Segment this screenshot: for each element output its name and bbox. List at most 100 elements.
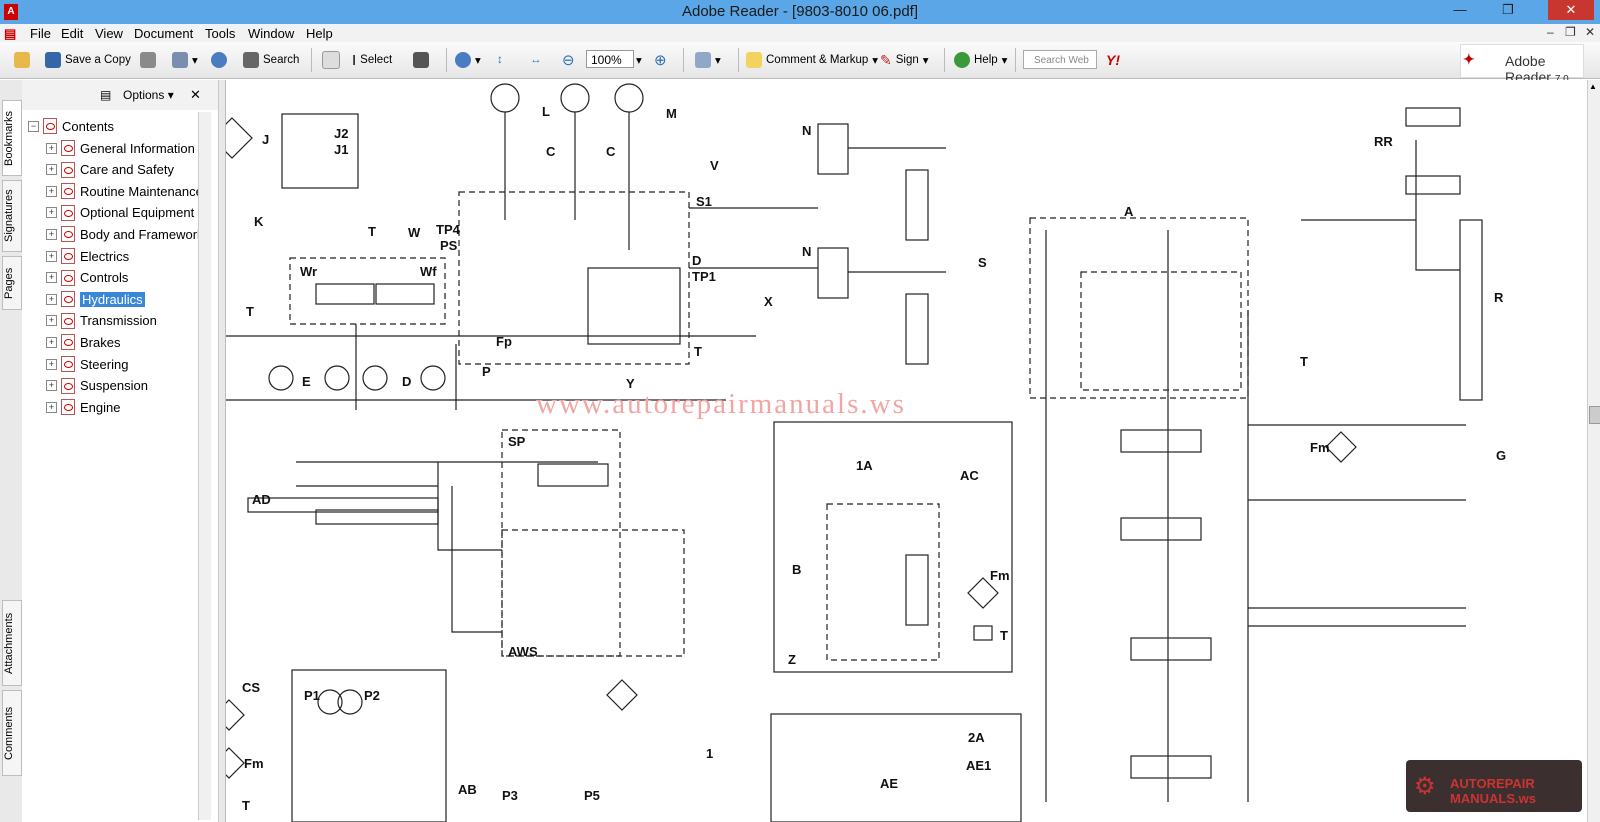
chevron-down-icon: ▾ [475, 55, 481, 67]
tab-signatures[interactable]: Signatures [2, 180, 22, 252]
yahoo-button[interactable]: Y! [1106, 51, 1120, 69]
zoom-in-tool-button[interactable]: ▾ [455, 51, 481, 69]
minimize-button[interactable]: — [1444, 0, 1476, 20]
hand-tool-button[interactable] [322, 51, 340, 69]
pdf-bookmark-icon [61, 334, 75, 351]
panel-scrollbar[interactable] [198, 112, 211, 820]
schematic-label: Fm [1310, 440, 1330, 455]
snapshot-button[interactable] [413, 51, 429, 69]
valve-block-inner [587, 267, 681, 345]
schematic-label: J1 [334, 142, 348, 157]
filters-cs [226, 699, 245, 779]
scroll-up-icon[interactable]: ▲ [1589, 82, 1597, 91]
maximize-button[interactable]: ❐ [1492, 0, 1524, 20]
tab-pages[interactable]: Pages [2, 256, 22, 310]
doc-restore-button[interactable]: ❐ [1565, 25, 1576, 39]
schematic-label: G [1496, 448, 1506, 463]
bookmark-item[interactable]: + Care and Safety [46, 160, 174, 180]
bookmark-label: Transmission [80, 313, 157, 329]
expand-icon[interactable]: + [46, 336, 57, 348]
valve-wf [375, 283, 435, 305]
bookmark-item[interactable]: + Suspension [46, 376, 148, 396]
bookmark-item[interactable]: + Controls [46, 268, 128, 288]
tank-t [973, 625, 993, 641]
expand-icon[interactable]: + [46, 207, 57, 219]
expand-icon[interactable]: + [46, 142, 57, 154]
menu-view[interactable]: View [95, 26, 123, 41]
valve-n2 [817, 247, 849, 299]
expand-icon[interactable]: + [46, 401, 57, 413]
expand-icon[interactable]: + [46, 272, 57, 284]
bookmark-item[interactable]: + Electrics [46, 246, 129, 266]
sign-button[interactable]: ✎ Sign ▾ [880, 51, 929, 69]
bookmark-item[interactable]: + Engine [46, 397, 120, 417]
bookmark-item[interactable]: + Brakes [46, 332, 120, 352]
help-button[interactable]: Help ▾ [954, 51, 1007, 69]
help-label: Help [974, 54, 998, 66]
bookmark-root[interactable]: − Contents [28, 116, 114, 136]
menu-tools[interactable]: Tools [205, 26, 235, 41]
document-view[interactable]: L M C C V J J2 J1 K N N T T W Wr Wf TP4 PS S1 D TP1 X S Fp P T Y E D… [226, 80, 1587, 822]
bookmark-item[interactable]: + Hydraulics [46, 289, 145, 309]
bookmark-item[interactable]: + Body and Framework [46, 224, 204, 244]
search-web-field[interactable]: Search Web [1023, 50, 1097, 69]
zoom-dropdown[interactable]: ▾ [636, 51, 642, 69]
expand-icon[interactable]: + [46, 358, 57, 370]
document-scrollbar[interactable]: ▲ [1587, 80, 1600, 822]
menu-window[interactable]: Window [248, 26, 294, 41]
doc-close-button[interactable]: ✕ [1585, 25, 1595, 39]
print-button[interactable] [140, 51, 156, 69]
title-bar: A Adobe Reader - [9803-8010 06.pdf] — ❐ … [0, 0, 1600, 24]
zoom-in-button[interactable]: ⊕ [654, 51, 667, 69]
rotate-button[interactable]: ▾ [695, 51, 721, 69]
sensor-2 [560, 83, 590, 113]
bookmark-item[interactable]: + Routine Maintenance [46, 181, 203, 201]
zoom-out-button[interactable]: ⊖ [562, 51, 575, 69]
zoom-level-field[interactable]: 100% [586, 50, 634, 68]
menu-document[interactable]: Document [134, 26, 193, 41]
tab-comments[interactable]: Comments [2, 690, 22, 776]
block-b [826, 503, 940, 661]
pdf-bookmark-icon [61, 226, 75, 243]
bookmark-item[interactable]: + General Information [46, 138, 195, 158]
options-button[interactable]: Options ▾ [123, 88, 174, 102]
control-valve-4 [1120, 429, 1202, 453]
bookmark-item[interactable]: + Steering [46, 354, 128, 374]
scroll-thumb[interactable] [1589, 406, 1600, 424]
chevron-down-icon: ▾ [636, 55, 642, 67]
expand-icon[interactable]: + [46, 293, 57, 305]
menu-edit[interactable]: Edit [61, 26, 83, 41]
save-copy-button[interactable]: Save a Copy [45, 51, 131, 69]
folder-icon [14, 52, 30, 68]
expand-icon[interactable]: + [46, 250, 57, 262]
attach-button[interactable]: ▾ [172, 51, 198, 69]
chevron-down-icon: ▾ [1001, 55, 1008, 67]
close-button[interactable]: ✕ [1548, 0, 1594, 20]
expand-icon[interactable]: + [46, 164, 57, 176]
tab-bookmarks[interactable]: Bookmarks [2, 100, 22, 176]
pdf-bookmark-icon [61, 161, 75, 178]
select-tool-button[interactable]: I Select [352, 51, 392, 69]
search-button[interactable]: Search [243, 51, 299, 69]
fit-page-button[interactable]: ↕ [497, 51, 503, 69]
menu-help[interactable]: Help [306, 26, 333, 41]
fit-width-button[interactable]: ↔ [530, 51, 542, 69]
tab-attachments[interactable]: Attachments [2, 600, 22, 686]
collapse-icon[interactable]: − [28, 120, 39, 132]
open-button[interactable] [14, 51, 30, 69]
panel-splitter[interactable] [219, 80, 226, 822]
comment-markup-button[interactable]: Comment & Markup ▾ [746, 51, 878, 69]
schematic-label: P2 [364, 688, 380, 703]
expand-icon[interactable]: + [46, 185, 57, 197]
menu-file[interactable]: File [30, 26, 51, 41]
expand-icon[interactable]: + [46, 315, 57, 327]
doc-icon[interactable]: ▤ [4, 26, 16, 42]
expand-icon[interactable]: + [46, 380, 57, 392]
expand-icon[interactable]: + [46, 228, 57, 240]
doc-minimize-button[interactable]: – [1547, 25, 1554, 39]
find-button[interactable] [211, 51, 227, 69]
schematic-label: AD [252, 492, 271, 507]
bookmark-item[interactable]: + Optional Equipment [46, 203, 194, 223]
close-panel-icon[interactable]: ✕ [190, 87, 201, 103]
bookmark-item[interactable]: + Transmission [46, 311, 157, 331]
